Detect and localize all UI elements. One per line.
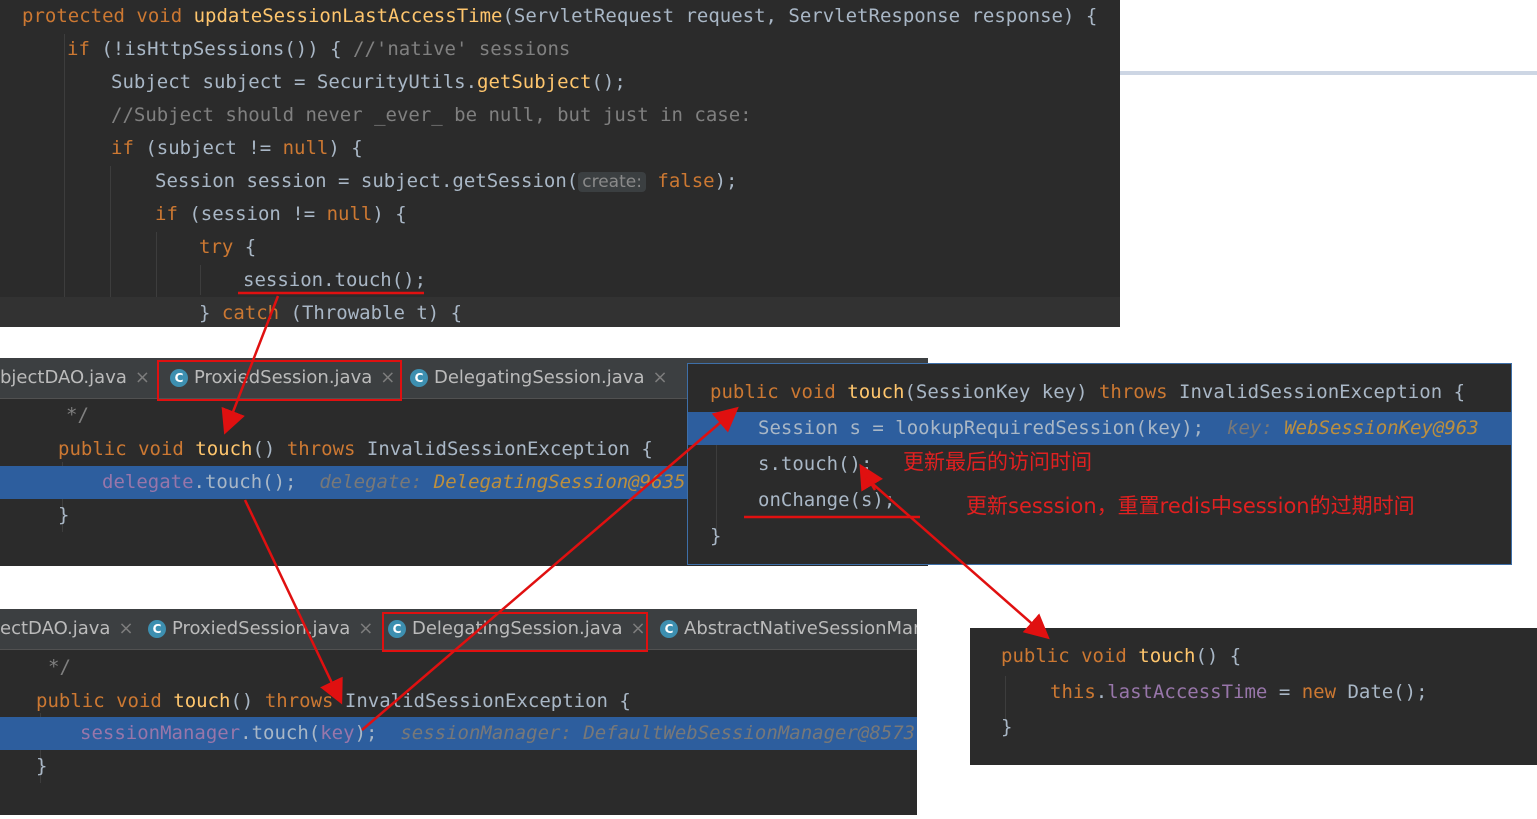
arrow-to-simple: [865, 477, 1050, 640]
arrow-to-manager: [361, 406, 739, 731]
arrow-to-proxied: [221, 295, 280, 435]
arrow-to-delegating: [243, 499, 343, 705]
annotation-arrows: [221, 291, 1050, 731]
